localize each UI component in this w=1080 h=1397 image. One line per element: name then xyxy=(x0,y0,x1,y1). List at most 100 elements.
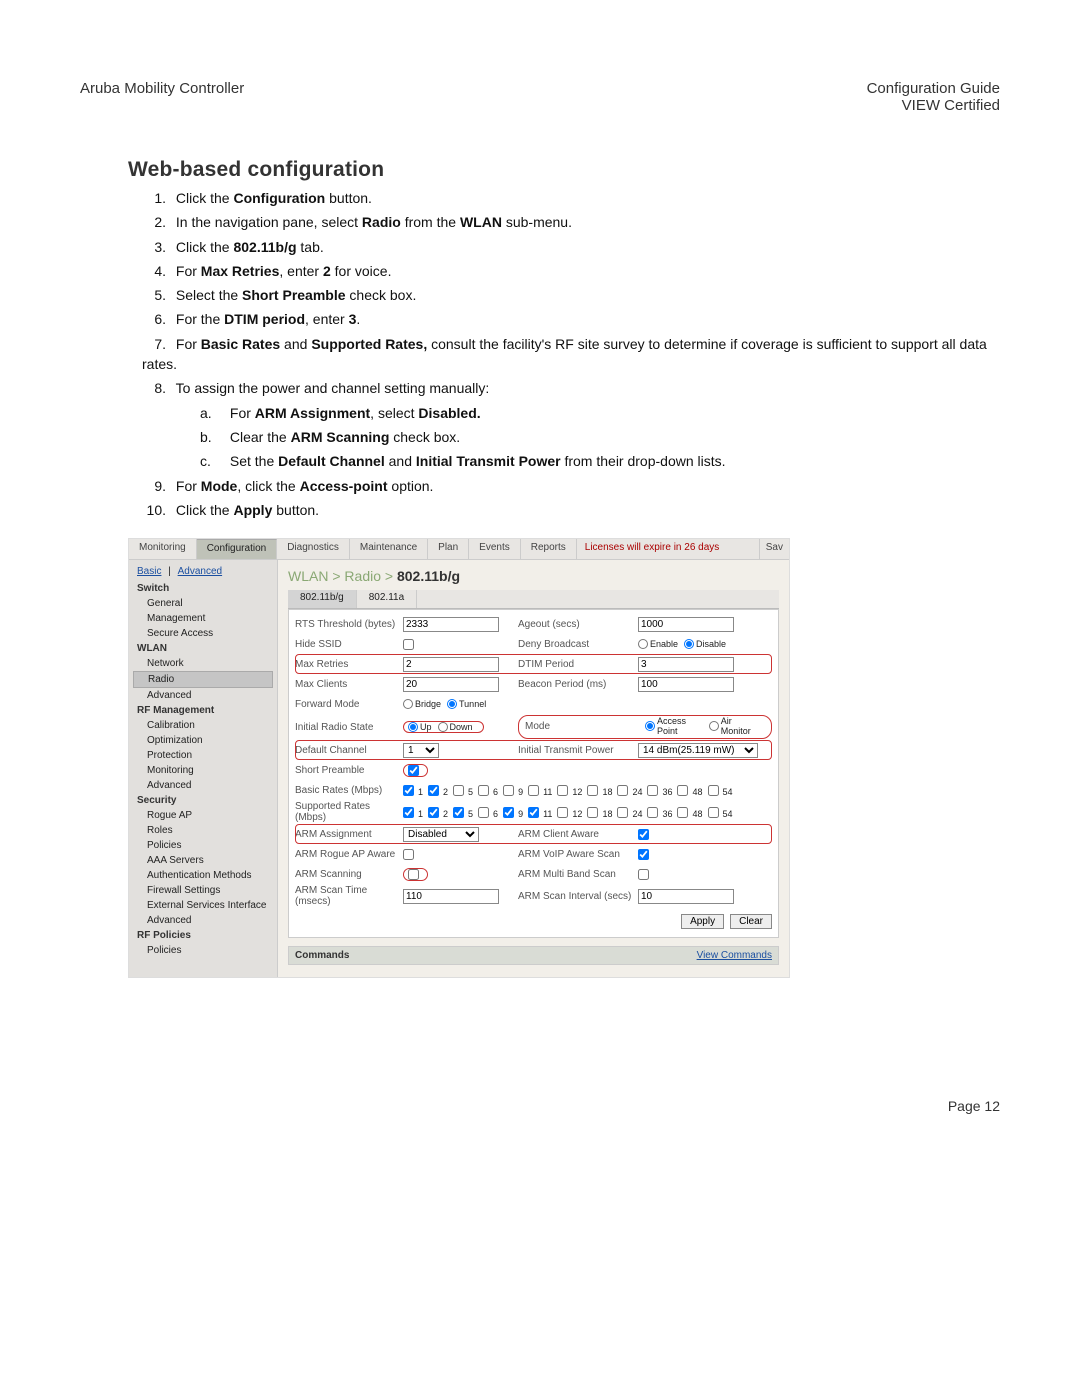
sidebar-item-firewall-settings[interactable]: Firewall Settings xyxy=(133,883,273,898)
radio-deny-disable[interactable] xyxy=(684,639,694,649)
top-tab-events[interactable]: Events xyxy=(469,539,521,559)
save-button[interactable]: Sav xyxy=(760,539,789,559)
check-arm-multiband[interactable] xyxy=(638,869,649,880)
sidebar-item-management[interactable]: Management xyxy=(133,611,273,626)
inner-tab-80211a[interactable]: 802.11a xyxy=(357,590,417,608)
sidebar-item-aaa-servers[interactable]: AAA Servers xyxy=(133,853,273,868)
sidebar-item-secure-access[interactable]: Secure Access xyxy=(133,626,273,641)
check-basic-rate-24[interactable] xyxy=(617,785,628,796)
inner-tab-80211bg[interactable]: 802.11b/g xyxy=(288,590,357,608)
sidebar-link-advanced[interactable]: Advanced xyxy=(174,564,226,579)
check-basic-rate-54[interactable] xyxy=(708,785,719,796)
check-supported-rate-2[interactable] xyxy=(428,807,439,818)
check-arm-rogue-ap[interactable] xyxy=(403,849,414,860)
check-supported-rate-48[interactable] xyxy=(677,807,688,818)
check-hide-ssid[interactable] xyxy=(403,639,414,650)
radio-irs-down[interactable] xyxy=(438,722,448,732)
header-right-2: VIEW Certified xyxy=(867,97,1000,114)
sidebar-item-monitoring[interactable]: Monitoring xyxy=(133,763,273,778)
input-rts[interactable] xyxy=(403,617,499,632)
check-supported-rate-54[interactable] xyxy=(708,807,719,818)
label-arm-client-aware: ARM Client Aware xyxy=(518,829,638,840)
check-basic-rate-6[interactable] xyxy=(478,785,489,796)
form-area: RTS Threshold (bytes) Ageout (secs) Hide… xyxy=(288,609,779,938)
check-supported-rate-5[interactable] xyxy=(453,807,464,818)
check-arm-client-aware[interactable] xyxy=(638,829,649,840)
radio-deny-enable[interactable] xyxy=(638,639,648,649)
input-max-retries[interactable] xyxy=(403,657,499,672)
check-supported-rate-6[interactable] xyxy=(478,807,489,818)
sidebar-item-calibration[interactable]: Calibration xyxy=(133,718,273,733)
input-max-clients[interactable] xyxy=(403,677,499,692)
input-beacon[interactable] xyxy=(638,677,734,692)
step-3: 3. Click the 802.11b/g tab. xyxy=(142,237,1000,257)
page-footer: Page 12 xyxy=(80,1098,1000,1114)
check-supported-rate-24[interactable] xyxy=(617,807,628,818)
input-arm-scan-interval[interactable] xyxy=(638,889,734,904)
sidebar-item-roles[interactable]: Roles xyxy=(133,823,273,838)
check-basic-rate-2[interactable] xyxy=(428,785,439,796)
check-basic-rate-9[interactable] xyxy=(503,785,514,796)
radio-mode-ap[interactable] xyxy=(645,721,655,731)
check-basic-rate-5[interactable] xyxy=(453,785,464,796)
check-basic-rate-48[interactable] xyxy=(677,785,688,796)
sidebar-item-general[interactable]: General xyxy=(133,596,273,611)
sidebar-item-protection[interactable]: Protection xyxy=(133,748,273,763)
sidebar-item-policies[interactable]: Policies xyxy=(133,943,273,958)
input-ageout[interactable] xyxy=(638,617,734,632)
step-5: 5. Select the Short Preamble check box. xyxy=(142,285,1000,305)
radio-mode-airmon[interactable] xyxy=(709,721,719,731)
step-8c: c. Set the Default Channel and Initial T… xyxy=(200,451,1000,471)
check-arm-scanning[interactable] xyxy=(408,869,419,880)
check-basic-rate-11[interactable] xyxy=(528,785,539,796)
top-tab-configuration[interactable]: Configuration xyxy=(197,539,277,559)
screenshot: MonitoringConfigurationDiagnosticsMainte… xyxy=(128,538,790,978)
sidebar-item-network[interactable]: Network xyxy=(133,656,273,671)
sidebar-item-authentication-methods[interactable]: Authentication Methods xyxy=(133,868,273,883)
radio-forward-tunnel[interactable] xyxy=(447,699,457,709)
top-tab-monitoring[interactable]: Monitoring xyxy=(129,539,197,559)
check-basic-rate-36[interactable] xyxy=(647,785,658,796)
input-dtim[interactable] xyxy=(638,657,734,672)
top-tab-plan[interactable]: Plan xyxy=(428,539,469,559)
check-supported-rate-12[interactable] xyxy=(557,807,568,818)
check-basic-rate-12[interactable] xyxy=(557,785,568,796)
top-tab-reports[interactable]: Reports xyxy=(521,539,577,559)
check-supported-rate-11[interactable] xyxy=(528,807,539,818)
top-tab-maintenance[interactable]: Maintenance xyxy=(350,539,428,559)
sidebar-item-radio[interactable]: Radio xyxy=(133,671,273,688)
license-expiry-text: Licenses will expire in 26 days xyxy=(577,539,760,559)
sidebar-item-advanced[interactable]: Advanced xyxy=(133,688,273,703)
radio-forward-bridge[interactable] xyxy=(403,699,413,709)
sidebar-item-advanced[interactable]: Advanced xyxy=(133,778,273,793)
sidebar-item-rogue-ap[interactable]: Rogue AP xyxy=(133,808,273,823)
step-1: 1. Click the Configuration button. xyxy=(142,188,1000,208)
label-dtim: DTIM Period xyxy=(518,659,638,670)
sidebar-link-basic[interactable]: Basic xyxy=(133,564,165,579)
clear-button[interactable]: Clear xyxy=(730,914,772,929)
top-tab-diagnostics[interactable]: Diagnostics xyxy=(277,539,350,559)
select-arm-assignment[interactable]: Disabled xyxy=(403,827,479,842)
check-supported-rate-36[interactable] xyxy=(647,807,658,818)
sidebar-item-optimization[interactable]: Optimization xyxy=(133,733,273,748)
sidebar-item-external-services-interface[interactable]: External Services Interface xyxy=(133,898,273,913)
label-arm-scan-time: ARM Scan Time (msecs) xyxy=(295,885,403,907)
check-basic-rate-1[interactable] xyxy=(403,785,414,796)
sidebar-item-advanced[interactable]: Advanced xyxy=(133,913,273,928)
radio-irs-up[interactable] xyxy=(408,722,418,732)
label-default-channel: Default Channel xyxy=(295,745,403,756)
select-initial-tx-power[interactable]: 14 dBm(25.119 mW) xyxy=(638,743,758,758)
check-short-preamble[interactable] xyxy=(408,765,419,776)
check-supported-rate-18[interactable] xyxy=(587,807,598,818)
check-basic-rate-18[interactable] xyxy=(587,785,598,796)
check-supported-rate-1[interactable] xyxy=(403,807,414,818)
check-arm-voip-scan[interactable] xyxy=(638,849,649,860)
step-8: 8. To assign the power and channel setti… xyxy=(142,378,1000,398)
input-arm-scan-time[interactable] xyxy=(403,889,499,904)
check-supported-rate-9[interactable] xyxy=(503,807,514,818)
sidebar-item-policies[interactable]: Policies xyxy=(133,838,273,853)
apply-button[interactable]: Apply xyxy=(681,914,724,929)
view-commands-link[interactable]: View Commands xyxy=(697,950,772,961)
select-default-channel[interactable]: 1 xyxy=(403,743,439,758)
label-arm-rogue-ap: ARM Rogue AP Aware xyxy=(295,849,403,860)
